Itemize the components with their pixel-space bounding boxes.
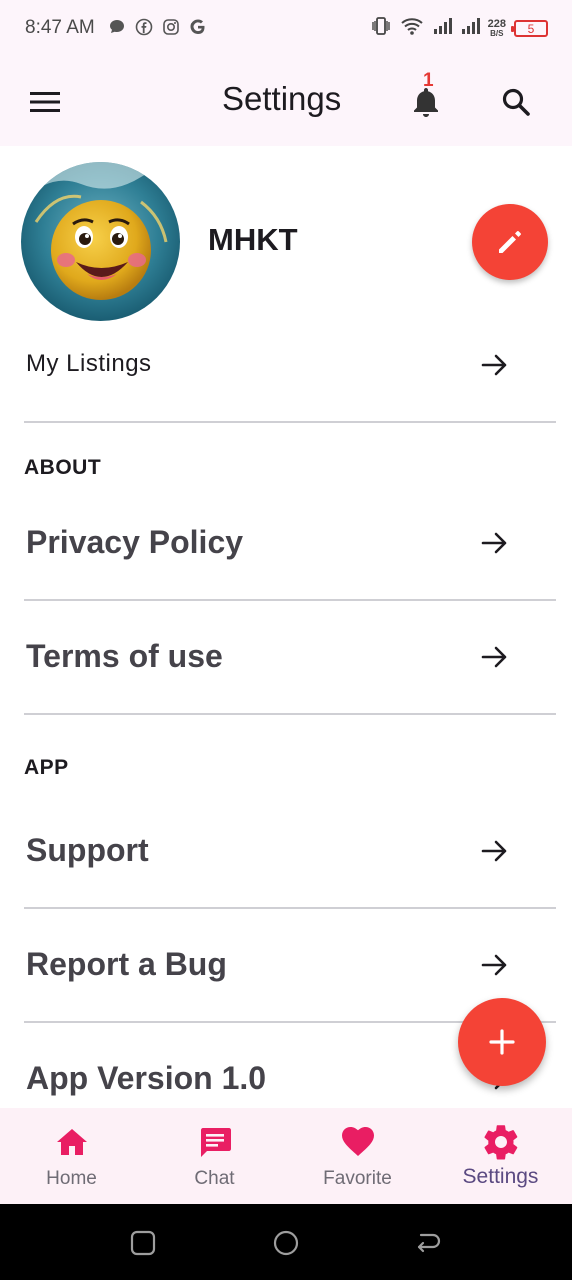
nav-item-chat[interactable]: Chat (143, 1108, 286, 1204)
heart-icon (341, 1127, 374, 1156)
nav-item-favorite[interactable]: Favorite (286, 1108, 429, 1204)
nav-item-home[interactable]: Home (0, 1108, 143, 1204)
divider (24, 599, 556, 601)
emoji-avatar-image (21, 162, 180, 321)
nav-label-home: Home (46, 1168, 97, 1189)
battery-level: 5 (527, 21, 535, 36)
my-listings-row[interactable]: My Listings (0, 336, 572, 422)
avatar[interactable] (21, 162, 180, 321)
chat-bubble-icon (108, 18, 126, 36)
search-button[interactable] (496, 82, 536, 122)
section-header-about: ABOUT (24, 456, 102, 479)
notification-badge: 1 (423, 70, 434, 91)
battery-icon: 5 (511, 20, 548, 37)
support-row[interactable]: Support (0, 808, 572, 908)
signal-icon-1 (432, 17, 452, 40)
terms-of-use-label: Terms of use (26, 638, 223, 674)
divider (24, 907, 556, 909)
vibrate-icon (370, 16, 392, 41)
add-button[interactable] (458, 998, 546, 1086)
arrow-right-icon (481, 532, 507, 554)
recents-button[interactable] (128, 1228, 158, 1258)
divider (24, 421, 556, 423)
nav-label-settings: Settings (462, 1165, 539, 1188)
search-icon (502, 88, 530, 116)
divider (24, 713, 556, 715)
signal-icon-2 (460, 17, 480, 40)
status-bar: 8:47 AM 228 B/S 5 (0, 0, 572, 58)
status-time: 8:47 AM (25, 17, 95, 38)
instagram-icon (162, 18, 180, 36)
google-icon (189, 18, 207, 36)
nav-label-chat: Chat (194, 1168, 235, 1189)
arrow-right-icon (481, 646, 507, 668)
home-icon (56, 1129, 87, 1155)
back-button[interactable] (413, 1228, 443, 1258)
home-system-button[interactable] (271, 1228, 301, 1258)
notification-icons (108, 18, 207, 36)
square-icon (130, 1230, 156, 1256)
pencil-icon (499, 231, 521, 253)
page-title: Settings (222, 80, 342, 117)
plus-icon (489, 1029, 515, 1055)
menu-button[interactable] (22, 84, 66, 120)
circle-icon (273, 1230, 299, 1256)
app-version-label: App Version 1.0 (26, 1060, 267, 1096)
section-header-app: APP (24, 756, 69, 779)
bottom-navigation: Home Chat Favorite Settings (0, 1108, 572, 1204)
edit-profile-button[interactable] (472, 204, 548, 280)
back-icon (417, 1233, 441, 1253)
hamburger-menu-icon (30, 92, 60, 112)
status-right-icons: 228 B/S 5 (370, 16, 548, 41)
profile-header: MHKT (0, 146, 572, 336)
arrow-right-icon (481, 840, 507, 862)
privacy-policy-row[interactable]: Privacy Policy (0, 500, 572, 600)
my-listings-label: My Listings (26, 350, 152, 377)
report-bug-label: Report a Bug (26, 946, 227, 982)
nav-item-settings[interactable]: Settings (429, 1108, 572, 1204)
facebook-icon (135, 18, 153, 36)
chat-icon (200, 1128, 231, 1157)
privacy-policy-label: Privacy Policy (26, 524, 244, 560)
arrow-right-icon (481, 954, 507, 976)
gear-icon (483, 1125, 517, 1160)
support-label: Support (26, 832, 149, 868)
app-bar: Settings 1 (0, 58, 572, 146)
wifi-icon (400, 16, 424, 41)
terms-of-use-row[interactable]: Terms of use (0, 614, 572, 714)
nav-label-favorite: Favorite (323, 1168, 392, 1189)
net-speed-unit: B/S (490, 29, 504, 38)
profile-name: MHKT (208, 222, 298, 257)
net-speed: 228 B/S (488, 19, 506, 38)
arrow-right-icon (481, 354, 507, 376)
system-navigation-bar (0, 1204, 572, 1280)
